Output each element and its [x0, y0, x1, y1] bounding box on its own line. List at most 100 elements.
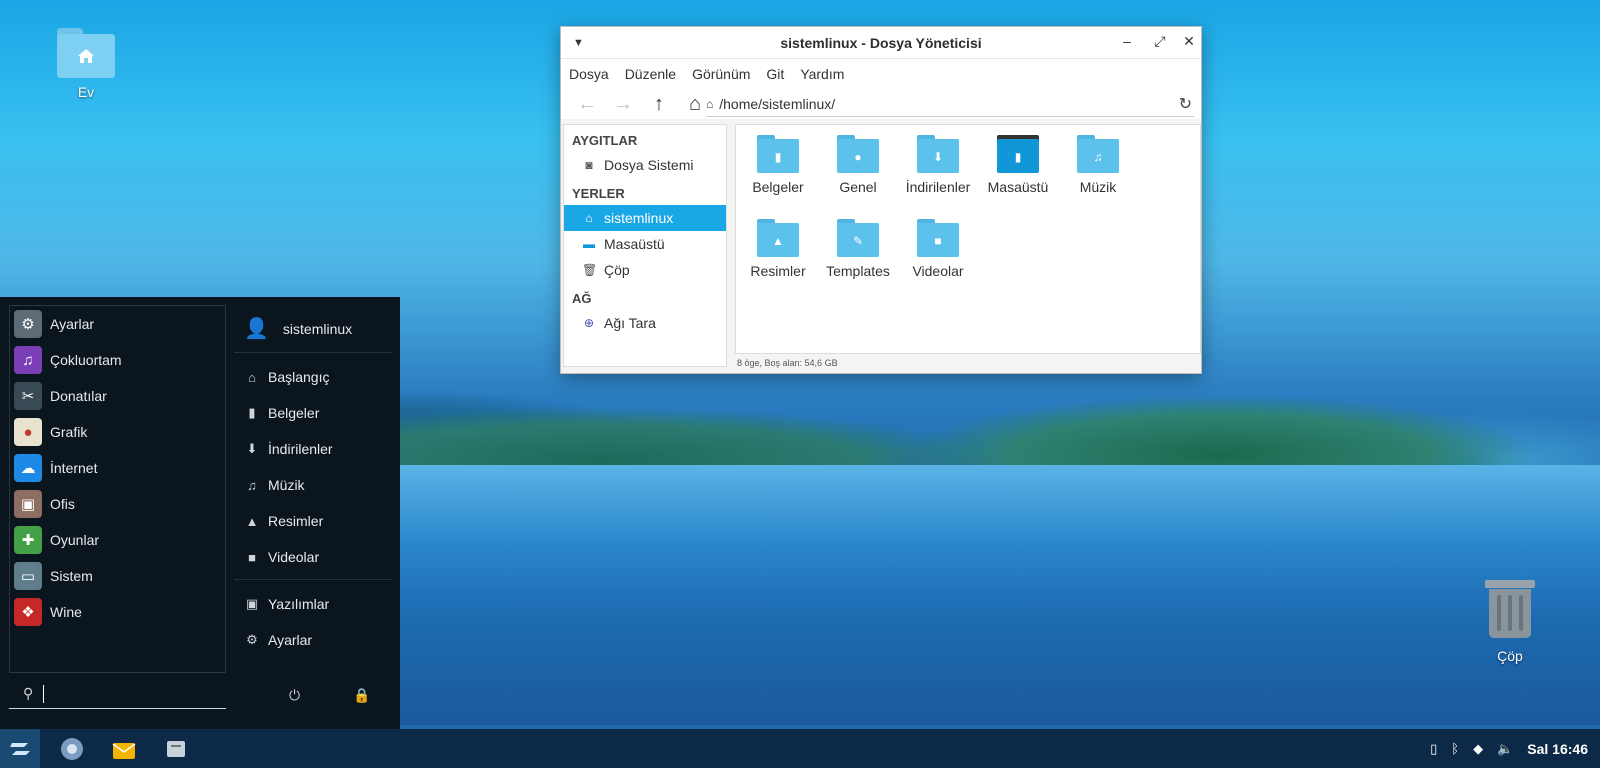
menu-gorunum[interactable]: Görünüm	[692, 66, 750, 82]
application-menu: ⚙ Ayarlar ♫ Çokluortam ✂ Donatılar ● Gra…	[0, 297, 400, 729]
toolbar: ← → ↑ ⌂ ⌂ /home/sistemlinux/ ↻	[561, 89, 1201, 119]
sidebar-item-label: Ağı Tara	[604, 315, 656, 331]
volume-icon[interactable]: 🔈	[1497, 741, 1513, 757]
place-resimler[interactable]: ▲ Resimler	[234, 503, 392, 539]
sidebar-item-network[interactable]: ⊕ Ağı Tara	[564, 310, 726, 336]
place-belgeler[interactable]: ▮ Belgeler	[234, 395, 392, 431]
taskbar-browser[interactable]	[52, 729, 92, 768]
file-item-indirilenler[interactable]: ⬇ İndirilenler	[898, 125, 978, 195]
sidebar-item-filesystem[interactable]: ◙ Dosya Sistemi	[564, 152, 726, 178]
file-item-genel[interactable]: ● Genel	[818, 125, 898, 195]
file-item-belgeler[interactable]: ▮ Belgeler	[738, 125, 818, 195]
file-item-resimler[interactable]: ▲ Resimler	[738, 209, 818, 279]
home-icon: ⌂	[248, 369, 256, 385]
sidebar-item-label: sistemlinux	[604, 210, 674, 226]
image-folder-icon: ▲	[757, 219, 799, 257]
status-bar: 8 öge, Boş alan: 54,6 GB	[737, 358, 838, 368]
taskbar: ▯ ᛒ ◆ 🔈 Sal 16:46	[0, 729, 1600, 768]
category-sistem[interactable]: ▭ Sistem	[10, 558, 225, 594]
file-view: ▮ Belgeler ● Genel ⬇ İndirilenler ▮ Masa…	[735, 124, 1201, 354]
window-title: sistemlinux - Dosya Yöneticisi	[780, 35, 982, 51]
user-name: sistemlinux	[282, 320, 353, 337]
back-arrow-icon[interactable]: ←	[569, 93, 605, 116]
desktop-trash-icon[interactable]: Çöp	[1470, 580, 1550, 664]
start-menu-button[interactable]	[0, 729, 40, 768]
lock-icon[interactable]: 🔒	[353, 687, 370, 704]
image-icon: ▲	[245, 513, 259, 529]
sidebar-item-home[interactable]: ⌂ sistemlinux	[564, 205, 726, 231]
sidebar-header-network: AĞ	[572, 291, 592, 306]
file-label: Videolar	[912, 263, 964, 279]
place-label: İndirilenler	[268, 441, 333, 457]
category-oyunlar[interactable]: ✚ Oyunlar	[10, 522, 225, 558]
category-grafik[interactable]: ● Grafik	[10, 414, 225, 450]
search-input[interactable]: ⚲	[9, 679, 226, 709]
palette-icon: ●	[14, 418, 42, 446]
place-indirilenler[interactable]: ⬇ İndirilenler	[234, 431, 392, 467]
item-yazilimlar[interactable]: ▣ Yazılımlar	[234, 586, 392, 622]
category-label: Oyunlar	[50, 532, 100, 548]
taskbar-files[interactable]	[156, 729, 196, 768]
menu-duzenle[interactable]: Düzenle	[625, 66, 676, 82]
bluetooth-icon[interactable]: ᛒ	[1451, 741, 1459, 756]
forward-arrow-icon[interactable]: →	[605, 93, 641, 116]
category-list: ⚙ Ayarlar ♫ Çokluortam ✂ Donatılar ● Gra…	[9, 305, 226, 673]
download-icon: ⬇	[246, 441, 258, 456]
maximize-icon[interactable]: ⤢	[1150, 33, 1170, 50]
power-icon[interactable]: ⏻	[289, 687, 300, 704]
file-item-masaustu[interactable]: ▮ Masaüstü	[978, 125, 1058, 195]
close-icon[interactable]: ✕	[1179, 33, 1199, 50]
taskbar-mail[interactable]	[104, 729, 144, 768]
home-folder-icon	[57, 28, 115, 78]
briefcase-icon: ▣	[14, 490, 42, 518]
document-icon: ▮	[248, 405, 256, 420]
sidebar-item-label: Çöp	[604, 262, 630, 278]
file-item-muzik[interactable]: ♫ Müzik	[1058, 125, 1138, 195]
search-icon: ⚲	[23, 685, 34, 701]
place-label: Başlangıç	[268, 369, 330, 385]
place-muzik[interactable]: ♫ Müzik	[234, 467, 392, 503]
item-ayarlar[interactable]: ⚙ Ayarlar	[234, 622, 392, 658]
category-ofis[interactable]: ▣ Ofis	[10, 486, 225, 522]
category-cokluortam[interactable]: ♫ Çokluortam	[10, 342, 225, 378]
sidebar-item-desktop[interactable]: ▬ Masaüstü	[564, 231, 726, 257]
window-titlebar[interactable]: ▼ sistemlinux - Dosya Yöneticisi – ⤢ ✕	[561, 27, 1201, 59]
video-folder-icon: ■	[917, 219, 959, 257]
places-panel: 👤 sistemlinux ⌂ Başlangıç ▮ Belgeler ⬇ İ…	[234, 305, 392, 658]
gamepad-icon: ✚	[14, 526, 42, 554]
minimize-icon[interactable]: –	[1117, 33, 1137, 49]
clock[interactable]: Sal 16:46	[1527, 741, 1588, 757]
wifi-icon[interactable]: ◆	[1473, 741, 1483, 757]
monitor-icon: ▭	[14, 562, 42, 590]
file-item-videolar[interactable]: ■ Videolar	[898, 209, 978, 279]
category-label: Ayarlar	[50, 316, 95, 332]
clipboard-icon[interactable]: ▯	[1430, 741, 1437, 757]
category-donatilar[interactable]: ✂ Donatılar	[10, 378, 225, 414]
file-label: Templates	[826, 263, 890, 279]
address-bar[interactable]: ⌂ /home/sistemlinux/ ↻	[706, 91, 1194, 117]
category-internet[interactable]: ☁ İnternet	[10, 450, 225, 486]
download-folder-icon: ⬇	[917, 135, 959, 173]
category-ayarlar[interactable]: ⚙ Ayarlar	[10, 306, 225, 342]
up-arrow-icon[interactable]: ↑	[641, 93, 677, 116]
file-item-templates[interactable]: ✎ Templates	[818, 209, 898, 279]
menu-yardim[interactable]: Yardım	[800, 66, 844, 82]
sidebar: AYGITLAR ◙ Dosya Sistemi YERLER ⌂ sistem…	[563, 124, 727, 367]
menu-dosya[interactable]: Dosya	[569, 66, 609, 82]
place-label: Videolar	[268, 549, 320, 565]
category-label: Çokluortam	[50, 352, 122, 368]
item-label: Yazılımlar	[268, 596, 330, 612]
place-baslangic[interactable]: ⌂ Başlangıç	[234, 359, 392, 395]
desktop-home-icon[interactable]: Ev	[46, 28, 126, 100]
place-label: Müzik	[268, 477, 305, 493]
reload-icon[interactable]: ↻	[1179, 94, 1192, 114]
user-row[interactable]: 👤 sistemlinux	[234, 305, 392, 353]
user-avatar-icon: 👤	[244, 318, 269, 340]
menu-git[interactable]: Git	[766, 66, 784, 82]
category-label: Grafik	[50, 424, 88, 440]
sidebar-header-places: YERLER	[572, 186, 625, 201]
category-wine[interactable]: ❖ Wine	[10, 594, 225, 630]
place-videolar[interactable]: ■ Videolar	[234, 539, 392, 575]
sidebar-item-trash[interactable]: 🗑 Çöp	[564, 257, 726, 283]
video-icon: ■	[248, 549, 256, 565]
